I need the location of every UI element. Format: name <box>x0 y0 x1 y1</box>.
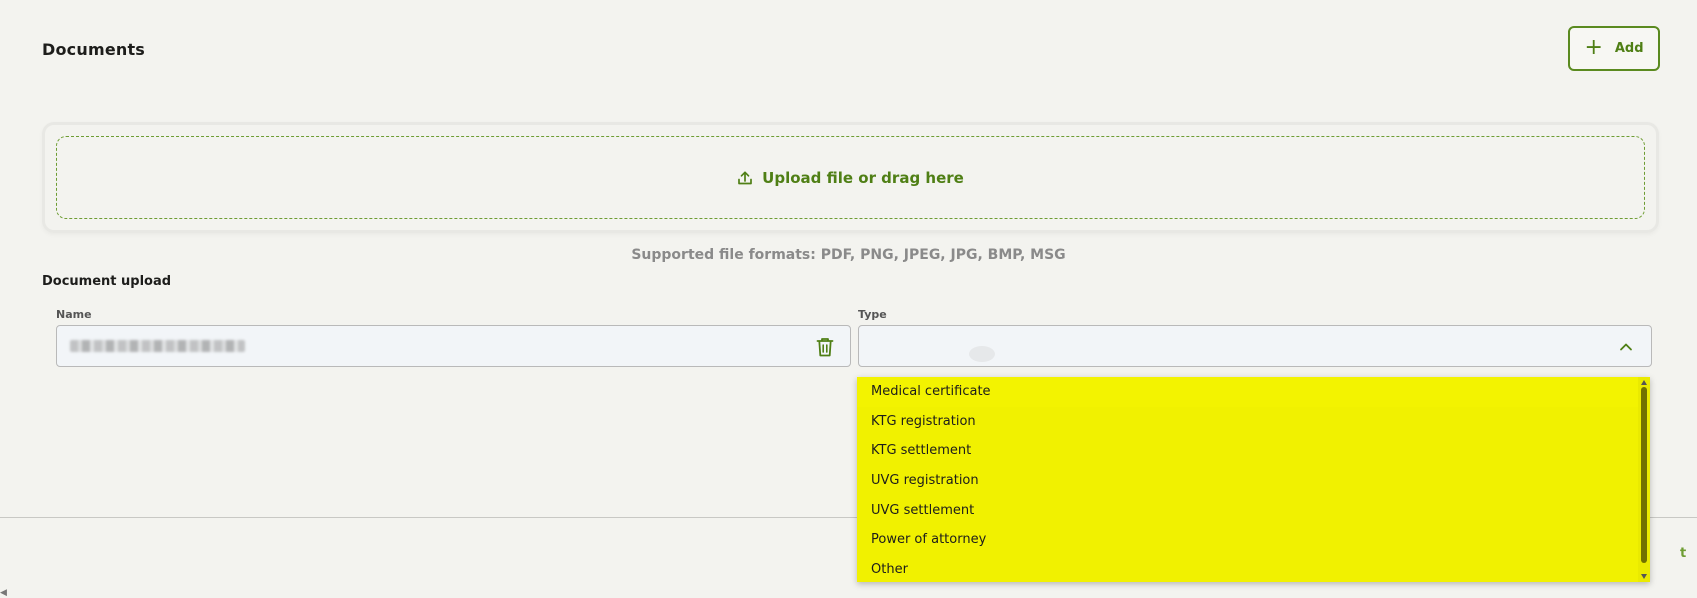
option-power-of-attorney[interactable]: Power of attorney <box>857 525 1650 555</box>
upload-label: Upload file or drag here <box>762 168 964 187</box>
plus-icon: + <box>1584 34 1603 60</box>
cursor-shadow <box>969 346 995 362</box>
chevron-up-icon[interactable] <box>1618 339 1634 355</box>
type-dropdown-menu: Medical certificate KTG registration KTG… <box>857 377 1650 582</box>
upload-dropzone[interactable]: Upload file or drag here <box>56 136 1645 219</box>
scroll-down-icon[interactable] <box>1641 574 1647 579</box>
footer-partial-link[interactable]: t <box>1680 546 1686 561</box>
option-ktg-registration[interactable]: KTG registration <box>857 407 1650 437</box>
type-label: Type <box>858 308 887 321</box>
document-upload-title: Document upload <box>42 274 172 289</box>
name-field[interactable] <box>56 325 851 367</box>
option-uvg-registration[interactable]: UVG registration <box>857 466 1650 496</box>
dropdown-scrollbar[interactable] <box>1638 377 1650 582</box>
scroll-left-arrow-icon[interactable]: ◀ <box>0 588 7 598</box>
type-select[interactable] <box>858 325 1652 367</box>
redacted-filename <box>70 340 245 352</box>
page-title: Documents <box>42 40 146 59</box>
upload-card: Upload file or drag here <box>42 122 1659 233</box>
name-label: Name <box>56 308 92 321</box>
option-medical-certificate[interactable]: Medical certificate <box>857 377 1650 407</box>
add-button[interactable]: + Add <box>1568 26 1660 71</box>
option-ktg-settlement[interactable]: KTG settlement <box>857 436 1650 466</box>
scrollbar-thumb[interactable] <box>1641 387 1647 563</box>
upload-icon <box>738 170 753 184</box>
scroll-up-icon[interactable] <box>1641 380 1647 385</box>
option-other[interactable]: Other <box>857 555 1650 582</box>
add-button-label: Add <box>1614 41 1644 56</box>
option-uvg-settlement[interactable]: UVG settlement <box>857 495 1650 525</box>
supported-formats: Supported file formats: PDF, PNG, JPEG, … <box>631 247 1066 263</box>
trash-icon[interactable] <box>815 336 835 358</box>
